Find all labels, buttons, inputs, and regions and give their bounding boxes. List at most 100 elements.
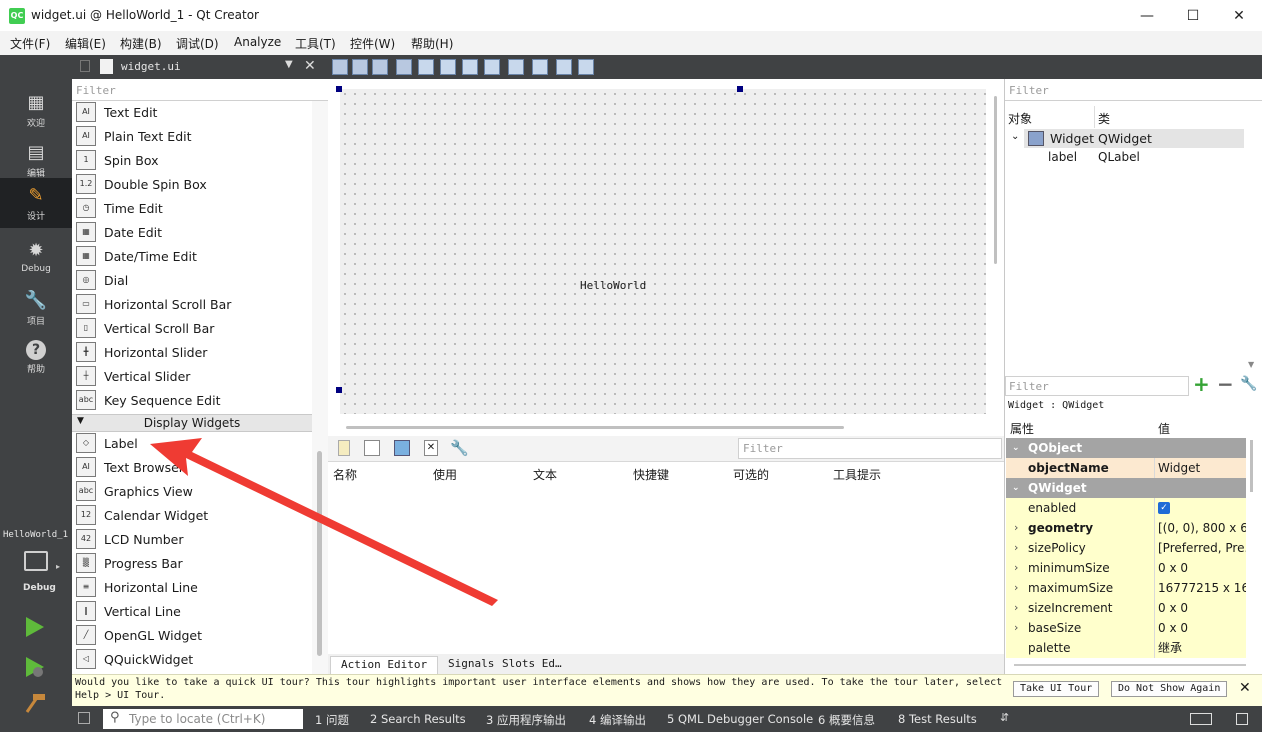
chevron-down-icon[interactable]: ⌄ <box>1012 478 1020 498</box>
category-display-widgets[interactable]: Display Widgets <box>72 414 312 432</box>
widget-item-text-edit[interactable]: AI Text Edit <box>76 100 312 124</box>
chevron-right-icon[interactable]: › <box>1014 538 1018 558</box>
monitor-icon[interactable] <box>24 551 48 571</box>
col-text[interactable]: 文本 <box>533 466 557 483</box>
widget-item-qquickwidget[interactable]: ◁ QQuickWidget <box>76 647 312 671</box>
layout-form-icon[interactable] <box>508 59 524 75</box>
object-class[interactable]: QLabel <box>1098 150 1140 164</box>
run-icon[interactable] <box>24 615 46 639</box>
layout-horizontal-icon[interactable] <box>418 59 434 75</box>
configure-icon[interactable]: 🔧 <box>1240 376 1257 392</box>
mode-design[interactable]: ✎ 设计 <box>0 178 72 228</box>
menu-help[interactable]: 帮助(H) <box>411 35 453 52</box>
pane-app-output[interactable]: 3 应用程序输出 <box>486 712 566 728</box>
build-hammer-icon[interactable] <box>24 692 48 714</box>
file-dropdown-icon[interactable]: ▼ <box>285 59 293 70</box>
resize-handle[interactable] <box>336 387 342 393</box>
property-row-basesize[interactable]: › baseSize 0 x 0 <box>1006 618 1246 638</box>
property-row-maximumsize[interactable]: › maximumSize 16777215 x 16... <box>1006 578 1246 598</box>
resize-handle[interactable] <box>336 86 342 92</box>
property-value[interactable]: 继承 <box>1158 638 1246 658</box>
menu-widgets[interactable]: 控件(W) <box>350 35 395 52</box>
property-value[interactable]: 0 x 0 <box>1158 558 1246 578</box>
col-shortcut[interactable]: 快捷键 <box>633 466 669 483</box>
take-tour-button[interactable]: Take UI Tour <box>1013 681 1100 697</box>
add-property-icon[interactable]: + <box>1193 374 1210 394</box>
mode-welcome[interactable]: ▦ 欢迎 <box>0 85 72 135</box>
pane-qml-console[interactable]: 5 QML Debugger Console <box>667 712 813 726</box>
chevron-right-icon[interactable]: › <box>1014 518 1018 538</box>
widget-box-scrollbar[interactable] <box>312 101 328 674</box>
progress-details-icon[interactable] <box>1190 713 1212 725</box>
widget-item-opengl-widget[interactable]: ╱ OpenGL Widget <box>76 623 312 647</box>
widget-item-dial[interactable]: ◎ Dial <box>76 268 312 292</box>
menu-build[interactable]: 构建(B) <box>120 35 162 52</box>
widget-item-horizontal-slider[interactable]: ╋ Horizontal Slider <box>76 340 312 364</box>
header-class[interactable]: 类 <box>1098 110 1110 127</box>
resize-handle[interactable] <box>737 86 743 92</box>
property-hscrollbar[interactable] <box>1014 664 1246 666</box>
pane-test-results[interactable]: 8 Test Results <box>898 712 977 726</box>
do-not-show-again-button[interactable]: Do Not Show Again <box>1111 681 1228 697</box>
property-value[interactable]: [Preferred, Pre... <box>1158 538 1246 558</box>
scroll-down-icon[interactable]: ▼ <box>1248 360 1254 369</box>
layout-vertical-icon[interactable] <box>440 59 456 75</box>
mode-help[interactable]: ? 帮助 <box>0 333 72 383</box>
widget-item-time-edit[interactable]: ◷ Time Edit <box>76 196 312 220</box>
widget-item-date-edit[interactable]: ▦ Date Edit <box>76 220 312 244</box>
pane-issues[interactable]: 1 问题 <box>315 712 349 728</box>
open-file-name[interactable]: widget.ui <box>121 60 181 73</box>
property-row-geometry[interactable]: › geometry [(0, 0), 800 x 6... <box>1006 518 1246 538</box>
property-row-enabled[interactable]: enabled ✓ <box>1006 498 1246 518</box>
canvas-vscrollbar[interactable] <box>994 96 997 264</box>
widget-item-plain-text-edit[interactable]: AI Plain Text Edit <box>76 124 312 148</box>
tab-slots-editor[interactable]: Slots Ed… <box>492 656 572 674</box>
widget-item-double-spin-box[interactable]: 1.2 Double Spin Box <box>76 172 312 196</box>
canvas-hscrollbar[interactable] <box>346 426 844 429</box>
menu-edit[interactable]: 编辑(E) <box>65 35 106 52</box>
mode-projects[interactable]: 🔧 项目 <box>0 283 72 333</box>
property-row-sizeincrement[interactable]: › sizeIncrement 0 x 0 <box>1006 598 1246 618</box>
splitter-horizontal-icon[interactable] <box>462 59 478 75</box>
widget-item-lcd-number[interactable]: 42 LCD Number <box>76 527 312 551</box>
remove-property-icon[interactable]: − <box>1217 374 1234 394</box>
property-row-sizepolicy[interactable]: › sizePolicy [Preferred, Pre... <box>1006 538 1246 558</box>
close-document-icon[interactable]: ✕ <box>304 58 316 74</box>
toggle-sidebar-icon[interactable] <box>78 712 90 724</box>
widget-item-horizontal-line[interactable]: ≡ Horizontal Line <box>76 575 312 599</box>
pane-search-results[interactable]: 2 Search Results <box>370 712 466 726</box>
chevron-right-icon[interactable]: › <box>1014 598 1018 618</box>
menu-file[interactable]: 文件(F) <box>10 35 50 52</box>
new-action-icon[interactable] <box>338 440 350 456</box>
toggle-right-sidebar-icon[interactable] <box>1236 713 1248 725</box>
widget-item-horizontal-scroll-bar[interactable]: ▭ Horizontal Scroll Bar <box>76 292 312 316</box>
chevron-down-icon[interactable]: ⌄ <box>1012 438 1020 458</box>
adjust-size-icon[interactable] <box>578 59 594 75</box>
header-object[interactable]: 对象 <box>1008 110 1032 127</box>
col-used[interactable]: 使用 <box>433 466 457 483</box>
property-value[interactable]: 0 x 0 <box>1158 598 1246 618</box>
object-filter-input[interactable]: Filter <box>1005 79 1262 101</box>
copy-icon[interactable] <box>364 440 380 456</box>
layout-grid-icon[interactable] <box>532 59 548 75</box>
action-filter-input[interactable]: Filter <box>738 438 1002 459</box>
property-value[interactable]: Widget <box>1158 458 1246 478</box>
edit-buddies-icon[interactable] <box>372 59 388 75</box>
widget-item-calendar-widget[interactable]: 12 Calendar Widget <box>76 503 312 527</box>
header-value[interactable]: 值 <box>1158 420 1170 437</box>
property-value[interactable]: 0 x 0 <box>1158 618 1246 638</box>
chevron-right-icon[interactable]: › <box>1014 578 1018 598</box>
property-category[interactable]: ⌄ QWidget <box>1006 478 1246 498</box>
header-property[interactable]: 属性 <box>1010 420 1034 437</box>
edit-signals-icon[interactable] <box>352 59 368 75</box>
close-icon[interactable]: ✕ <box>1239 680 1251 696</box>
widget-item-key-sequence-edit[interactable]: abc Key Sequence Edit <box>76 388 312 412</box>
close-icon[interactable]: ✕ <box>1216 0 1262 31</box>
widget-item-vertical-scroll-bar[interactable]: ▯ Vertical Scroll Bar <box>76 316 312 340</box>
break-layout-icon[interactable] <box>556 59 572 75</box>
col-name[interactable]: 名称 <box>333 466 357 483</box>
pane-general-messages[interactable]: 6 概要信息 <box>818 712 875 728</box>
enabled-checkbox[interactable]: ✓ <box>1158 502 1170 514</box>
widget-item-vertical-line[interactable]: ‖ Vertical Line <box>76 599 312 623</box>
configure-icon[interactable]: 🔧 <box>450 439 469 457</box>
